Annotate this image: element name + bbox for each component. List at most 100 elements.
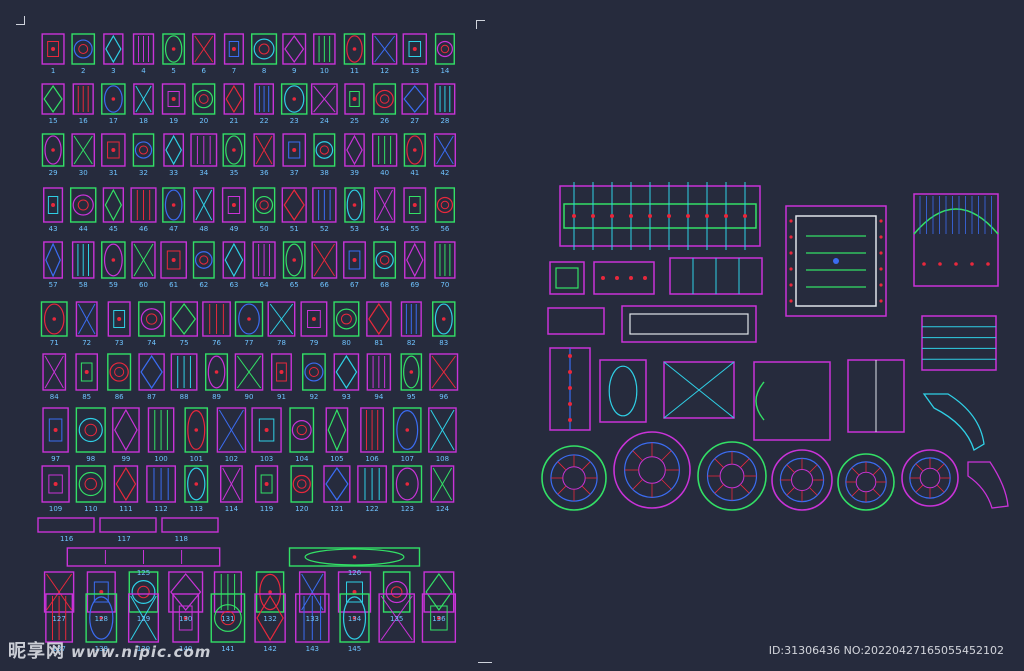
- symbol-circle: [436, 40, 453, 58]
- catalog-label: 73: [115, 339, 124, 347]
- symbol-diamond: [284, 34, 305, 64]
- catalog-label: 99: [121, 455, 130, 463]
- symbol-frame: [192, 241, 215, 279]
- symbol-center-dot: [232, 148, 236, 152]
- symbol-frame: [163, 133, 185, 167]
- symbol-center-dot: [231, 47, 236, 51]
- symbol-center-dot: [311, 317, 316, 321]
- symbol-diamond: [104, 188, 122, 222]
- symbol-frame: [290, 465, 314, 503]
- ceiling-plan-beam: [621, 305, 757, 343]
- catalog-label: 15: [49, 117, 58, 125]
- catalog-label: 38: [320, 169, 329, 177]
- plan-light: [922, 262, 926, 266]
- symbol-center-dot: [292, 97, 297, 101]
- symbol-center-dot: [111, 258, 116, 262]
- catalog-label: 117: [117, 535, 130, 543]
- dome-spoke: [714, 458, 724, 468]
- catalog-label: 71: [50, 339, 59, 347]
- catalog-label: 39: [350, 169, 359, 177]
- catalog-label: 23: [290, 117, 299, 125]
- crop-mark-top-right: [476, 20, 485, 29]
- catalog-label: 7: [232, 67, 236, 75]
- symbol-diamond: [115, 466, 137, 502]
- catalog-label: 104: [295, 455, 309, 463]
- catalog-label: 52: [320, 225, 329, 233]
- symbol-frame: [382, 571, 411, 613]
- catalog-label: 80: [342, 339, 351, 347]
- symbol-inner-circle: [379, 94, 390, 104]
- plan-light: [568, 386, 572, 390]
- symbol-inner-circle: [84, 477, 97, 491]
- symbol-diamond: [325, 466, 349, 502]
- catalog-label: 22: [260, 117, 269, 125]
- symbol-frame: [112, 407, 140, 453]
- symbol-inner-circle: [308, 367, 319, 377]
- dome-spoke: [632, 479, 643, 490]
- symbol-inner-circle: [84, 423, 98, 437]
- catalog-label: 66: [320, 281, 329, 289]
- dome-inner: [562, 466, 586, 490]
- catalog-label: 89: [212, 393, 221, 401]
- symbol-frame: [434, 33, 455, 65]
- symbol-circle: [73, 39, 93, 59]
- symbol-center-dot: [53, 428, 58, 432]
- plan-light: [879, 219, 883, 223]
- symbol-diamond: [406, 242, 424, 278]
- symbol-frame: [138, 301, 166, 337]
- catalog-label: 126: [348, 569, 362, 577]
- catalog-label: 3: [111, 67, 115, 75]
- catalog-label: 121: [330, 505, 343, 513]
- catalog-label: 5: [171, 67, 175, 75]
- catalog-label: 106: [365, 455, 379, 463]
- plan-outline: [753, 361, 831, 441]
- dome-spoke: [851, 488, 860, 497]
- catalog-label: 134: [348, 615, 362, 623]
- symbol-center-dot: [51, 47, 56, 51]
- symbol-circle: [375, 250, 394, 270]
- catalog-label: 120: [295, 505, 308, 513]
- dome-spoke: [936, 463, 945, 472]
- symbol-center-dot: [52, 317, 57, 321]
- catalog-label: 133: [306, 615, 319, 623]
- symbol-diamond: [172, 302, 197, 336]
- catalog-label: 63: [229, 281, 238, 289]
- dome-spoke: [786, 464, 795, 473]
- catalog-label: 109: [49, 505, 62, 513]
- symbol-center-dot: [171, 47, 176, 51]
- symbol-frame: [366, 301, 392, 337]
- dome-inner: [638, 456, 666, 484]
- symbol-inner-circle: [379, 255, 390, 265]
- catalog-label: 24: [320, 117, 329, 125]
- plan-light: [879, 299, 883, 303]
- catalog-label: 37: [290, 169, 299, 177]
- crop-mark-bottom-right: [478, 662, 492, 671]
- plan-outline: [921, 315, 997, 371]
- border-strip: [37, 517, 95, 533]
- symbol-circle: [375, 89, 394, 109]
- dome-spoke: [661, 479, 672, 490]
- ceiling-pattern-catalog: [37, 33, 459, 643]
- plan-light: [789, 283, 793, 287]
- plan-light: [610, 214, 614, 218]
- symbol-inner-circle: [258, 43, 270, 55]
- plan-center: [833, 258, 839, 264]
- crop-mark-top-left: [16, 16, 25, 25]
- plan-outline: [549, 261, 585, 295]
- symbol-center-dot: [279, 370, 284, 374]
- catalog-label: 79: [309, 339, 318, 347]
- symbol-frame: [252, 187, 276, 223]
- catalog-label: 20: [199, 117, 208, 125]
- dome-inner: [791, 469, 813, 491]
- catalog-label: 132: [263, 615, 276, 623]
- symbol-frame: [289, 407, 315, 453]
- symbol-circle: [385, 580, 408, 604]
- symbol-frame: [75, 465, 106, 503]
- symbol-diamond: [346, 134, 363, 166]
- ceiling-plan-grid: [559, 182, 761, 250]
- symbol-frame: [103, 33, 124, 65]
- plan-light: [789, 219, 793, 223]
- symbol-diamond: [368, 302, 390, 336]
- catalog-label: 113: [190, 505, 203, 513]
- symbol-circle: [253, 38, 275, 60]
